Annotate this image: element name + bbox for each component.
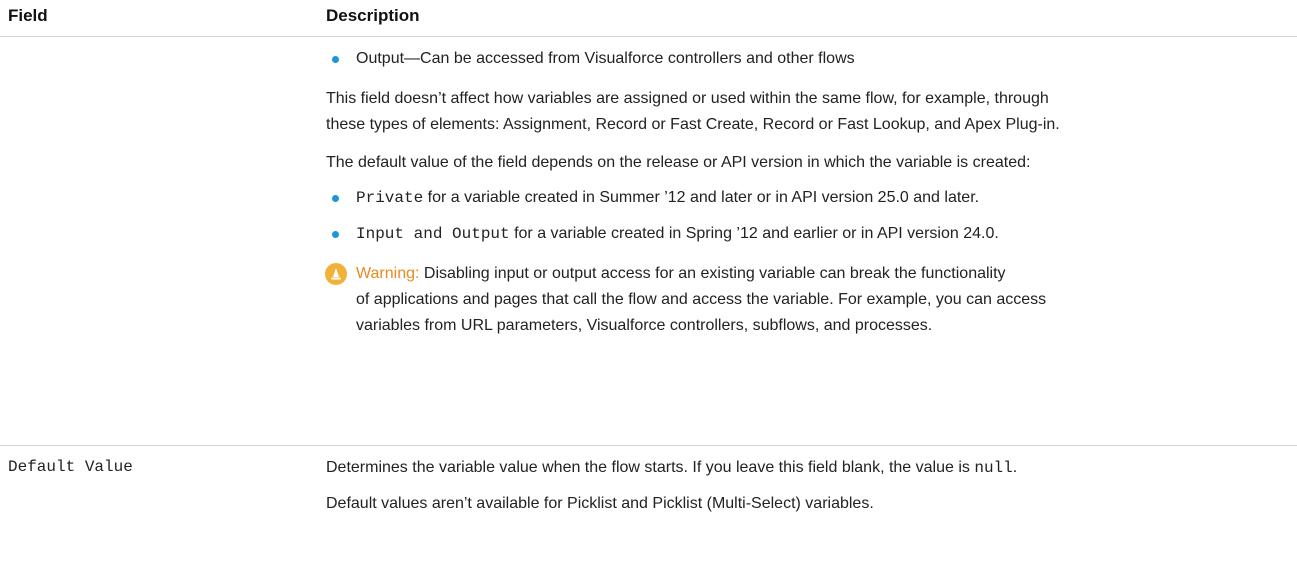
bullet-icon [332,231,339,238]
field-description-table: Field Description Output—Can be accessed… [0,0,1297,564]
period: . [1012,459,1018,476]
paragraph-line: these types of elements: Assignment, Rec… [326,116,1060,133]
bullet-private-text: for a variable created in Summer ’12 and… [423,189,980,206]
code-private: Private [356,189,424,207]
table-row: Default Value Determines the variable va… [0,446,1297,564]
bullet-input-output: Input and Output for a variable created … [356,224,999,244]
bullet-private: Private for a variable created in Summer… [356,188,979,208]
field-column-header: Field [8,6,48,25]
warning-line: of applications and pages that call the … [356,291,1047,308]
warning-cone-icon [325,263,347,285]
description-column-header: Description [326,6,420,25]
warning-line: Warning: Disabling input or output acces… [356,264,1006,284]
warning-label: Warning: [356,265,420,282]
paragraph-line: Default values aren’t available for Pick… [326,495,874,512]
bullet-output: Output—Can be accessed from Visualforce … [356,50,855,67]
paragraph-line: Determines the variable value when the f… [326,458,1017,478]
code-input-output: Input and Output [356,225,510,243]
code-null: null [974,459,1013,477]
warning-line: variables from URL parameters, Visualfor… [356,317,933,334]
paragraph-line: This field doesn’t affect how variables … [326,90,1049,107]
bullet-io-text: for a variable created in Spring ’12 and… [509,225,999,242]
paragraph-line: The default value of the field depends o… [326,154,1031,171]
warning-text: Disabling input or output access for an … [419,265,1006,282]
table-row: Output—Can be accessed from Visualforce … [0,37,1297,446]
bullet-icon [332,195,339,202]
bullet-icon [332,56,339,63]
field-name: Default Value [8,458,133,476]
table-header: Field Description [0,0,1297,37]
default-value-text: Determines the variable value when the f… [326,459,975,476]
